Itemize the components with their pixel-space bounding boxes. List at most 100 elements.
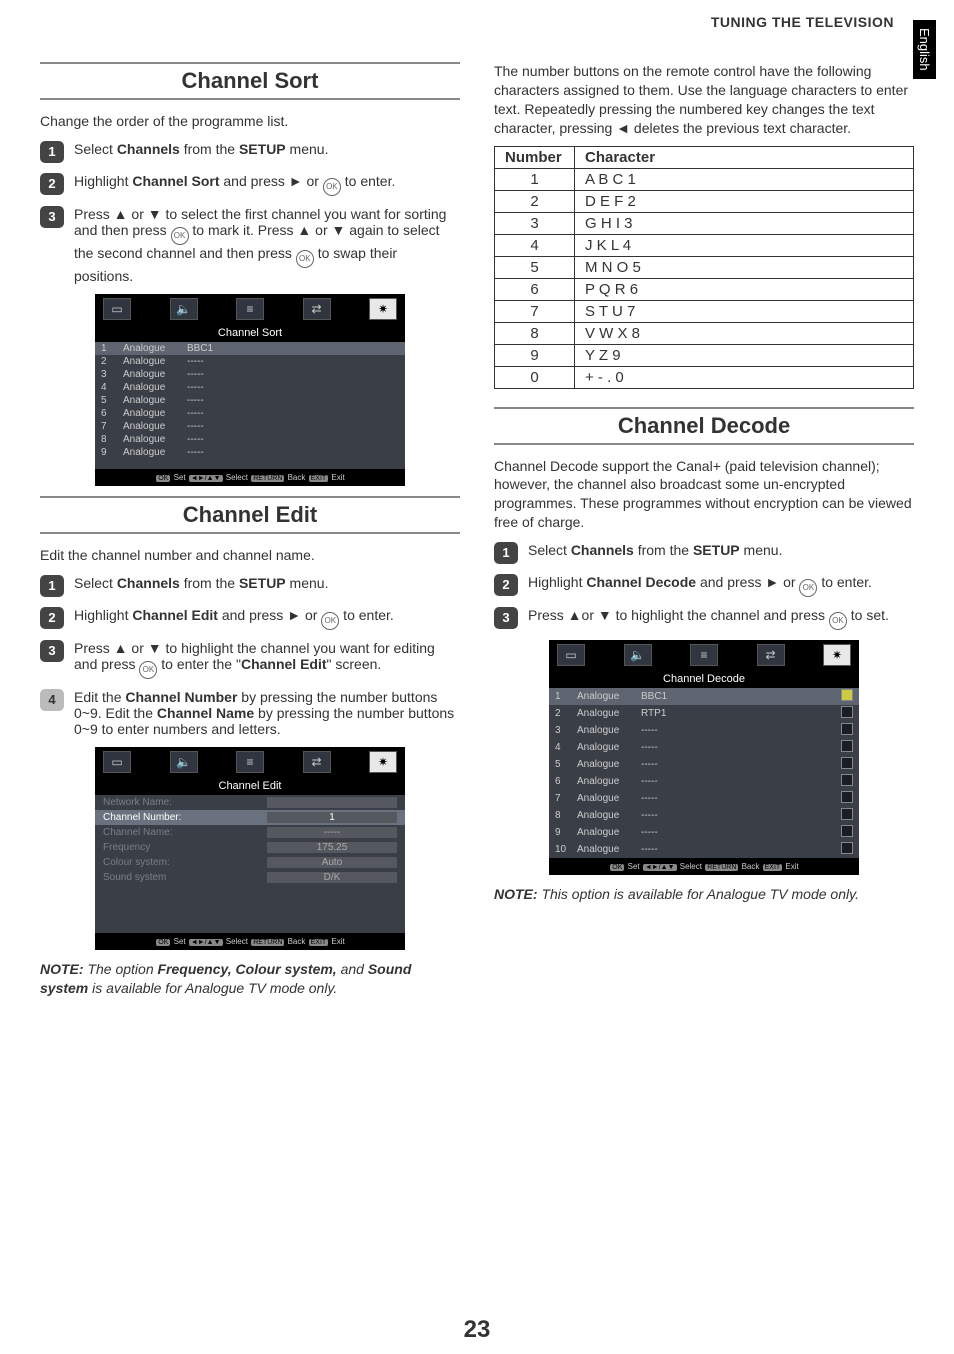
table-row: 3G H I 3 <box>495 212 914 234</box>
step-text: Press ▲or ▼ to highlight the channel and… <box>528 607 914 630</box>
tv-icon: ▭ <box>103 751 131 773</box>
checkbox-icon <box>841 723 853 735</box>
step-badge: 1 <box>494 542 518 564</box>
speaker-icon: 🔈 <box>624 644 652 666</box>
step-text: Select Channels from the SETUP menu. <box>74 575 460 591</box>
osd-row: 5Analogue----- <box>549 756 859 773</box>
ok-icon: OK <box>829 612 847 630</box>
sliders-icon: ⇄ <box>757 644 785 666</box>
right-column: The number buttons on the remote control… <box>494 56 914 1004</box>
char-intro: The number buttons on the remote control… <box>494 62 914 138</box>
osd-row: 3Analogue----- <box>95 368 405 381</box>
step-text: Edit the Channel Number by pressing the … <box>74 689 460 737</box>
step-badge: 1 <box>40 575 64 597</box>
edit-note: NOTE: The option Frequency, Colour syste… <box>40 960 460 998</box>
checkbox-icon <box>841 740 853 752</box>
osd-row: 2AnalogueRTP1 <box>549 705 859 722</box>
step-badge: 2 <box>40 173 64 195</box>
ok-icon: OK <box>323 178 341 196</box>
ok-icon: OK <box>321 612 339 630</box>
step-text: Press ▲ or ▼ to select the first channel… <box>74 206 460 284</box>
checkbox-icon <box>841 757 853 769</box>
osd-footer: OK Set ◄►/▲▼ Select RETURN Back EXIT Exi… <box>95 933 405 950</box>
step-badge: 2 <box>40 607 64 629</box>
osd-title: Channel Edit <box>95 777 405 795</box>
checkbox-icon <box>841 842 853 854</box>
decode-step-2: 2 Highlight Channel Decode and press ► o… <box>494 574 914 597</box>
step-text: Highlight Channel Edit and press ► or OK… <box>74 607 460 630</box>
heading-channel-decode: Channel Decode <box>494 407 914 445</box>
tv-icon: ▭ <box>557 644 585 666</box>
osd-field-colour-system: Colour system:Auto <box>95 855 405 870</box>
osd-tab-bar: ▭ 🔈 ≡ ⇄ ✷ <box>95 294 405 324</box>
step-badge: 2 <box>494 574 518 596</box>
osd-field-network: Network Name: <box>95 795 405 810</box>
osd-tab-bar: ▭ 🔈 ≡ ⇄ ✷ <box>95 747 405 777</box>
table-row: 9Y Z 9 <box>495 344 914 366</box>
table-row: 5M N O 5 <box>495 256 914 278</box>
checkbox-icon <box>841 808 853 820</box>
edit-step-3: 3 Press ▲ or ▼ to highlight the channel … <box>40 640 460 679</box>
list-icon: ≡ <box>236 298 264 320</box>
osd-field-channel-number: Channel Number:1 <box>95 810 405 825</box>
edit-intro: Edit the channel number and channel name… <box>40 546 460 565</box>
gear-icon: ✷ <box>369 298 397 320</box>
osd-title: Channel Decode <box>549 670 859 688</box>
sort-step-1: 1 Select Channels from the SETUP menu. <box>40 141 460 163</box>
table-row: 6P Q R 6 <box>495 278 914 300</box>
decode-step-1: 1 Select Channels from the SETUP menu. <box>494 542 914 564</box>
osd-row: 3Analogue----- <box>549 722 859 739</box>
osd-row: 1AnalogueBBC1 <box>549 688 859 705</box>
checkbox-icon <box>841 774 853 786</box>
step-badge: 1 <box>40 141 64 163</box>
speaker-icon: 🔈 <box>170 298 198 320</box>
step-badge: 3 <box>494 607 518 629</box>
table-row: 0+ - . 0 <box>495 366 914 388</box>
table-row: 7S T U 7 <box>495 300 914 322</box>
page-header: TUNING THE TELEVISION <box>711 14 894 30</box>
heading-channel-edit: Channel Edit <box>40 496 460 534</box>
osd-channel-sort: ▭ 🔈 ≡ ⇄ ✷ Channel Sort 1AnalogueBBC1 2An… <box>95 294 405 486</box>
osd-footer: OK Set ◄►/▲▼ Select RETURN Back EXIT Exi… <box>95 469 405 486</box>
step-badge: 4 <box>40 689 64 711</box>
th-number: Number <box>495 146 575 168</box>
sort-step-3: 3 Press ▲ or ▼ to select the first chann… <box>40 206 460 284</box>
character-table: NumberCharacter 1A B C 1 2D E F 2 3G H I… <box>494 146 914 389</box>
table-row: 4J K L 4 <box>495 234 914 256</box>
edit-step-1: 1 Select Channels from the SETUP menu. <box>40 575 460 597</box>
osd-row: 5Analogue----- <box>95 394 405 407</box>
osd-row: 10Analogue----- <box>549 841 859 858</box>
step-text: Press ▲ or ▼ to highlight the channel yo… <box>74 640 460 679</box>
osd-title: Channel Sort <box>95 324 405 342</box>
osd-field-frequency: Frequency175.25 <box>95 840 405 855</box>
table-row: 1A B C 1 <box>495 168 914 190</box>
step-badge: 3 <box>40 206 64 228</box>
osd-row: 1AnalogueBBC1 <box>95 342 405 355</box>
ok-icon: OK <box>296 250 314 268</box>
ok-icon: OK <box>139 661 157 679</box>
osd-row: 4Analogue----- <box>95 381 405 394</box>
th-character: Character <box>575 146 914 168</box>
step-text: Highlight Channel Decode and press ► or … <box>528 574 914 597</box>
gear-icon: ✷ <box>823 644 851 666</box>
osd-channel-decode: ▭ 🔈 ≡ ⇄ ✷ Channel Decode 1AnalogueBBC1 2… <box>549 640 859 875</box>
osd-row: 7Analogue----- <box>549 790 859 807</box>
step-text: Select Channels from the SETUP menu. <box>528 542 914 558</box>
osd-row: 4Analogue----- <box>549 739 859 756</box>
heading-channel-sort: Channel Sort <box>40 62 460 100</box>
list-icon: ≡ <box>236 751 264 773</box>
osd-row: 6Analogue----- <box>95 407 405 420</box>
osd-tab-bar: ▭ 🔈 ≡ ⇄ ✷ <box>549 640 859 670</box>
speaker-icon: 🔈 <box>170 751 198 773</box>
osd-row: 2Analogue----- <box>95 355 405 368</box>
checkbox-icon <box>841 689 853 701</box>
sliders-icon: ⇄ <box>303 298 331 320</box>
step-text: Select Channels from the SETUP menu. <box>74 141 460 157</box>
sort-intro: Change the order of the programme list. <box>40 112 460 131</box>
osd-row: 7Analogue----- <box>95 420 405 433</box>
ok-icon: OK <box>799 579 817 597</box>
language-tab: English <box>913 20 936 79</box>
osd-channel-edit: ▭ 🔈 ≡ ⇄ ✷ Channel Edit Network Name: Cha… <box>95 747 405 950</box>
checkbox-icon <box>841 706 853 718</box>
sliders-icon: ⇄ <box>303 751 331 773</box>
